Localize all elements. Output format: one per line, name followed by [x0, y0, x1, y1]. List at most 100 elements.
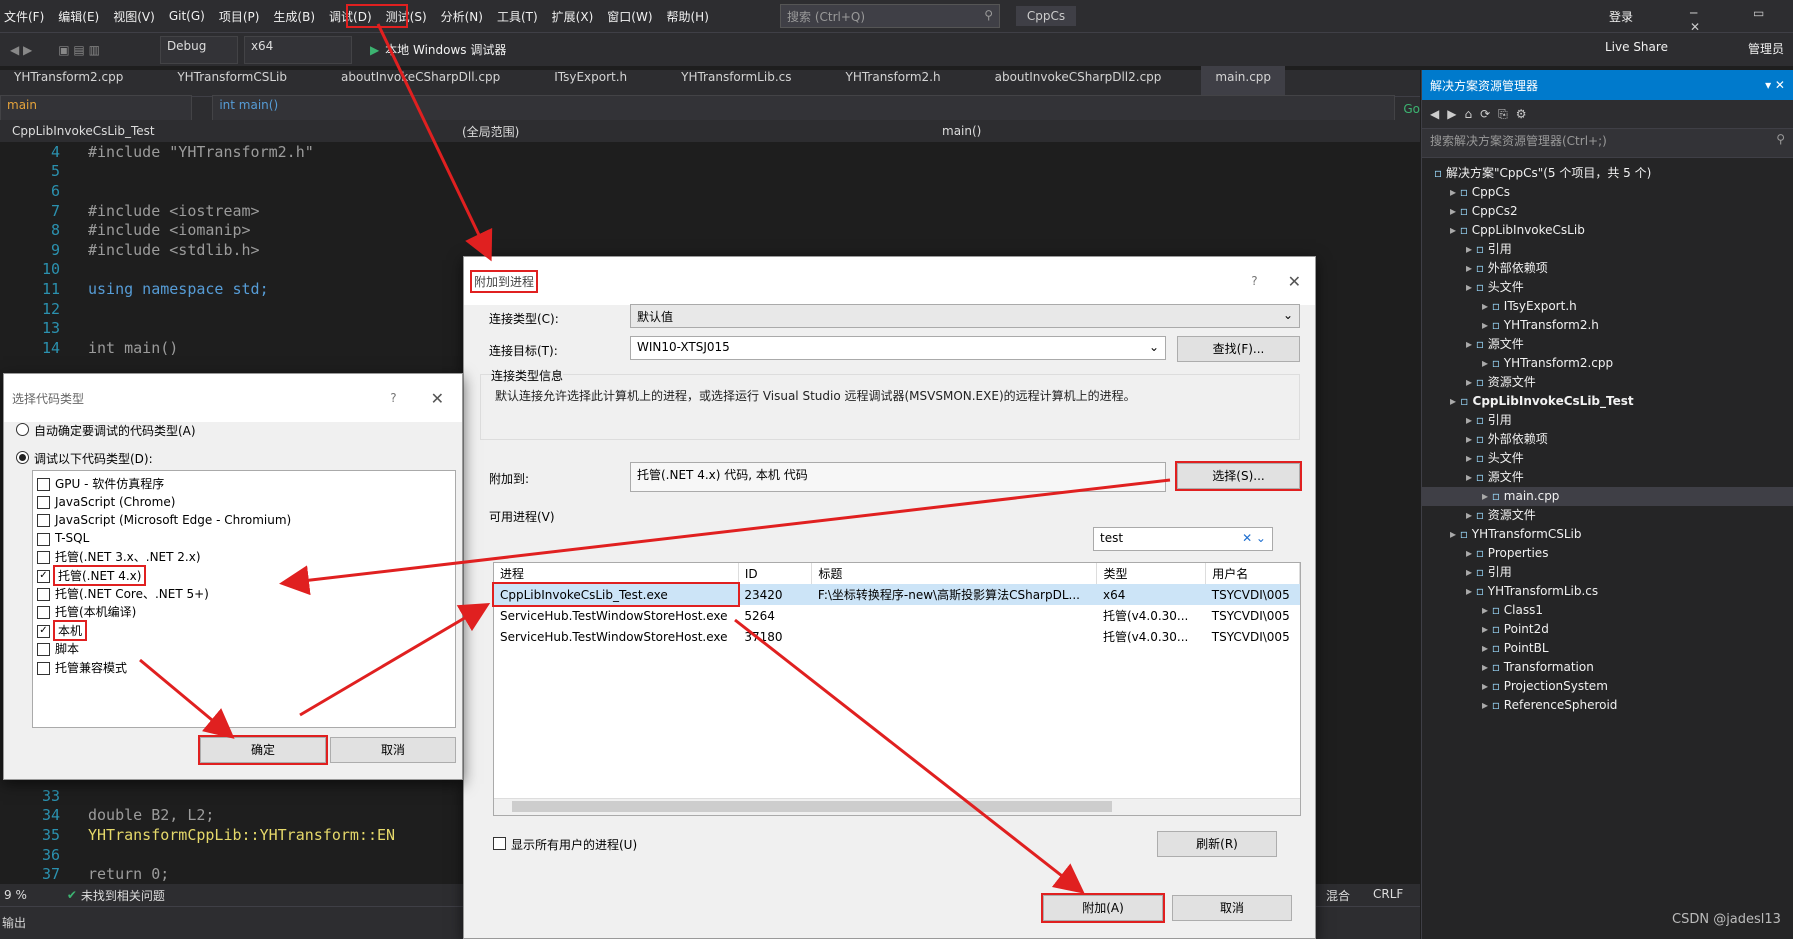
expand-arrow-icon[interactable]: ▸	[1450, 185, 1460, 199]
expand-arrow-icon[interactable]: ▸	[1482, 603, 1492, 617]
checkbox[interactable]	[37, 643, 50, 657]
run-icon[interactable]: ▶	[370, 43, 379, 57]
tree-item[interactable]: ▸ ▫ CppCs2	[1422, 202, 1793, 221]
conn-target-input[interactable]: WIN10-XTSJ015 ⌄	[630, 336, 1166, 360]
menu-item[interactable]: 视图(V)	[113, 8, 155, 25]
expand-arrow-icon[interactable]: ▸	[1482, 299, 1492, 313]
checkbox[interactable]	[37, 551, 50, 565]
go-button[interactable]: Go	[1403, 102, 1420, 116]
file-tools-icon[interactable]: ▣ ▤ ▥	[58, 43, 100, 57]
tree-item[interactable]: ▸ ▫ ITsyExport.h	[1422, 297, 1793, 316]
config-combo[interactable]: Debug	[159, 35, 238, 64]
horizontal-scrollbar[interactable]	[494, 798, 1300, 815]
code-type-option[interactable]: 脚本	[33, 640, 455, 658]
tree-item[interactable]: ▸ ▫ YHTransform2.h	[1422, 316, 1793, 335]
tree-item[interactable]: ▸ ▫ CppLibInvokeCsLib	[1422, 221, 1793, 240]
zoom-level[interactable]: 9 %	[4, 888, 27, 902]
tree-item[interactable]: ▸ ▫ 头文件	[1422, 449, 1793, 468]
code-type-option[interactable]: ✓ 本机	[33, 619, 455, 641]
tree-item[interactable]: ▸ ▫ 引用	[1422, 563, 1793, 582]
close-icon[interactable]: ✕	[1288, 272, 1301, 291]
expand-arrow-icon[interactable]: ▸	[1466, 375, 1476, 389]
nav-arrows-icon[interactable]: ◀ ▶	[10, 43, 32, 57]
clear-icon[interactable]: ✕ ⌄	[1242, 531, 1266, 545]
tree-item[interactable]: ▫ 解决方案"CppCs"(5 个项目，共 5 个)	[1422, 164, 1793, 183]
process-row[interactable]: ServiceHub.TestWindowStoreHost.exe 5264 托管…	[494, 605, 1300, 626]
checkbox[interactable]	[37, 661, 50, 675]
code-type-option[interactable]: T-SQL	[33, 529, 455, 547]
code-type-option[interactable]: JavaScript (Microsoft Edge - Chromium)	[33, 511, 455, 529]
run-debugger-button[interactable]: 本地 Windows 调试器	[385, 41, 506, 58]
tree-item[interactable]: ▸ ▫ 资源文件	[1422, 373, 1793, 392]
tree-item[interactable]: ▸ ▫ Point2d	[1422, 620, 1793, 639]
menu-item[interactable]: 编辑(E)	[58, 8, 99, 25]
column-header[interactable]: 标题	[811, 563, 1098, 584]
code-type-option[interactable]: 托管(.NET 3.x、.NET 2.x)	[33, 548, 455, 566]
tree-item[interactable]: ▸ ▫ 外部依赖项	[1422, 430, 1793, 449]
code-type-option[interactable]: 托管(.NET Core、.NET 5+)	[33, 584, 455, 602]
manual-radio[interactable]: 调试以下代码类型(D):	[16, 450, 153, 467]
tree-item[interactable]: ▸ ▫ 外部依赖项	[1422, 259, 1793, 278]
checkbox[interactable]	[37, 606, 50, 620]
pin-icon[interactable]: ▾ ✕	[1765, 78, 1785, 92]
menu-item[interactable]: 帮助(H)	[667, 8, 709, 25]
close-icon[interactable]: ✕	[431, 389, 444, 408]
expand-arrow-icon[interactable]: ▸	[1450, 527, 1460, 541]
nav-function-combo[interactable]: int main()	[212, 94, 1396, 123]
encoding-mixed[interactable]: 混合	[1326, 887, 1350, 904]
tree-item[interactable]: ▸ ▫ ProjectionSystem	[1422, 677, 1793, 696]
expand-arrow-icon[interactable]: ▸	[1466, 261, 1476, 275]
expand-arrow-icon[interactable]: ▸	[1450, 394, 1460, 408]
column-header[interactable]: 进程	[494, 563, 739, 584]
process-row[interactable]: ServiceHub.TestWindowStoreHost.exe 37180 托…	[494, 626, 1300, 647]
platform-combo[interactable]: x64	[243, 35, 352, 64]
attach-button[interactable]: 附加(A)	[1041, 893, 1165, 923]
nav-project[interactable]: CppLibInvokeCsLib_Test	[12, 124, 462, 138]
expand-arrow-icon[interactable]: ▸	[1450, 204, 1460, 218]
expand-arrow-icon[interactable]: ▸	[1466, 584, 1476, 598]
help-icon[interactable]: ?	[1251, 274, 1257, 288]
menu-item[interactable]: 文件(F)	[4, 8, 44, 25]
checkbox[interactable]: ✓	[37, 569, 50, 583]
checkbox[interactable]	[37, 532, 50, 546]
tree-item[interactable]: ▸ ▫ YHTransformLib.cs	[1422, 582, 1793, 601]
expand-arrow-icon[interactable]: ▸	[1482, 489, 1492, 503]
code-type-option[interactable]: GPU - 软件仿真程序	[33, 474, 455, 492]
expand-arrow-icon[interactable]: ▸	[1466, 470, 1476, 484]
code-type-cancel-button[interactable]: 取消	[330, 737, 456, 763]
expand-arrow-icon[interactable]: ▸	[1466, 508, 1476, 522]
column-header[interactable]: 用户名	[1205, 563, 1300, 584]
menu-item[interactable]: 分析(N)	[441, 8, 483, 25]
tree-item[interactable]: ▸ ▫ 引用	[1422, 411, 1793, 430]
tree-item[interactable]: ▸ ▫ YHTransform2.cpp	[1422, 354, 1793, 373]
expand-arrow-icon[interactable]: ▸	[1466, 451, 1476, 465]
show-all-users-checkbox[interactable]: 显示所有用户的进程(U)	[493, 836, 637, 853]
expand-arrow-icon[interactable]: ▸	[1466, 546, 1476, 560]
expand-arrow-icon[interactable]: ▸	[1482, 679, 1492, 693]
checkbox[interactable]	[37, 514, 50, 528]
column-header[interactable]: ID	[738, 563, 813, 584]
output-label[interactable]: 输出	[2, 914, 26, 931]
tree-item[interactable]: ▸ ▫ 头文件	[1422, 278, 1793, 297]
expand-arrow-icon[interactable]: ▸	[1482, 698, 1492, 712]
checkbox[interactable]	[37, 588, 50, 602]
expand-arrow-icon[interactable]: ▸	[1466, 432, 1476, 446]
scrollbar-thumb[interactable]	[512, 801, 1112, 812]
tree-item[interactable]: ▸ ▫ 资源文件	[1422, 506, 1793, 525]
issues-label[interactable]: 未找到相关问题	[81, 887, 165, 904]
menu-item[interactable]: 项目(P)	[219, 8, 260, 25]
code-type-option[interactable]: ✓ 托管(.NET 4.x)	[33, 564, 455, 586]
expand-arrow-icon[interactable]: ▸	[1466, 242, 1476, 256]
menu-item[interactable]: 工具(T)	[497, 8, 538, 25]
live-share-button[interactable]: Live Share	[1605, 40, 1668, 54]
nav-global-scope[interactable]: (全局范围)	[462, 123, 942, 140]
auto-radio[interactable]: 自动确定要调试的代码类型(A)	[16, 422, 196, 439]
find-button[interactable]: 查找(F)...	[1177, 336, 1300, 362]
expand-arrow-icon[interactable]: ▸	[1466, 413, 1476, 427]
expand-arrow-icon[interactable]: ▸	[1466, 565, 1476, 579]
menu-item[interactable]: 生成(B)	[273, 8, 315, 25]
tree-item[interactable]: ▸ ▫ CppCs	[1422, 183, 1793, 202]
refresh-button[interactable]: 刷新(R)	[1157, 831, 1277, 857]
expand-arrow-icon[interactable]: ▸	[1450, 223, 1460, 237]
tree-item[interactable]: ▸ ▫ 源文件	[1422, 335, 1793, 354]
